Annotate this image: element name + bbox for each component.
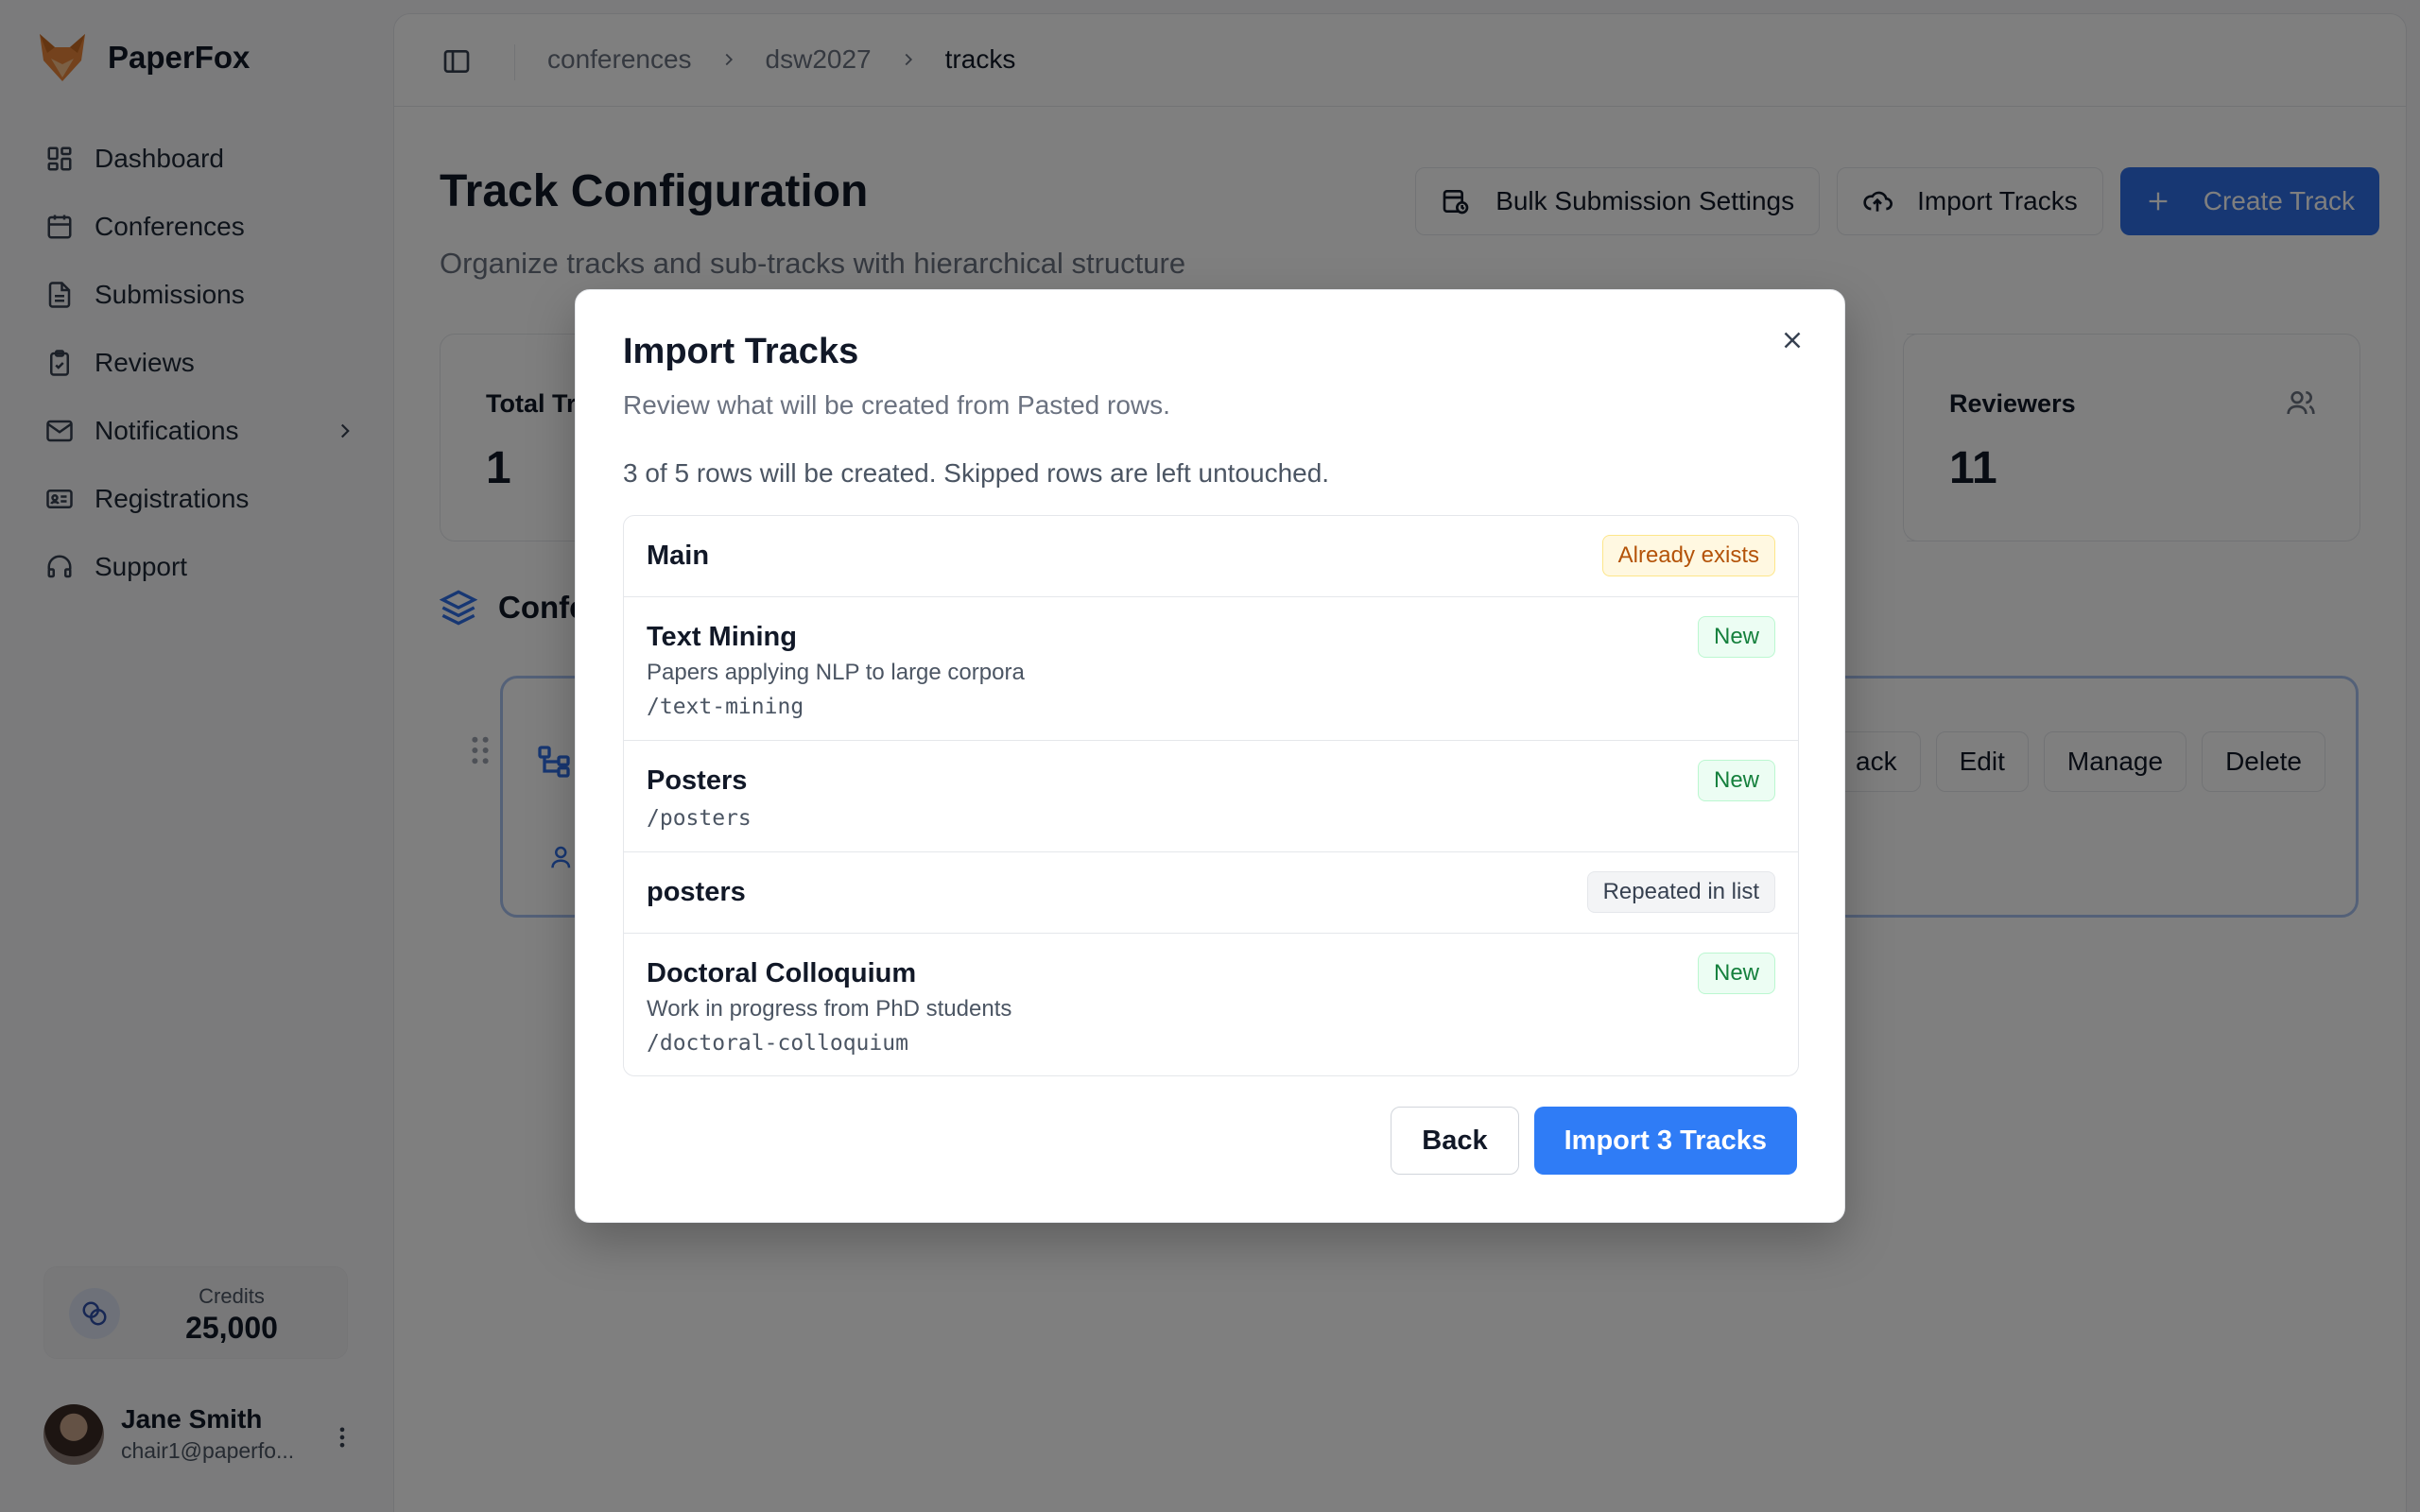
status-badge: New [1697, 953, 1775, 994]
row-name: Posters [647, 765, 748, 796]
row-description: Papers applying NLP to large corpora [647, 660, 1025, 685]
close-icon[interactable] [1778, 326, 1806, 354]
dialog-footer: Back Import 3 Tracks [1391, 1107, 1797, 1175]
status-badge: New [1697, 760, 1775, 801]
row-description: Work in progress from PhD students [647, 996, 1012, 1022]
import-summary: 3 of 5 rows will be created. Skipped row… [623, 458, 1330, 488]
row-name: Doctoral Colloquium [647, 958, 917, 988]
list-item: posters Repeated in list [624, 852, 1798, 934]
status-badge: New [1697, 616, 1775, 658]
list-item: Text Mining Papers applying NLP to large… [624, 597, 1798, 741]
list-item: Main Already exists [624, 516, 1798, 597]
dialog-title: Import Tracks [623, 332, 859, 371]
status-badge: Repeated in list [1586, 871, 1775, 913]
row-name: Text Mining [647, 622, 797, 652]
status-badge: Already exists [1601, 535, 1775, 576]
list-item: Doctoral Colloquium Work in progress fro… [624, 934, 1798, 1075]
import-button[interactable]: Import 3 Tracks [1533, 1107, 1797, 1175]
row-slug: /posters [647, 806, 752, 831]
row-slug: /doctoral-colloquium [647, 1031, 908, 1056]
dialog-subtitle: Review what will be created from Pasted … [623, 390, 1170, 420]
row-slug: /text-mining [647, 695, 804, 719]
import-preview-list: Main Already exists Text Mining Papers a… [623, 515, 1799, 1076]
list-item: Posters /posters New [624, 741, 1798, 852]
import-tracks-dialog: Import Tracks Review what will be create… [575, 289, 1845, 1223]
back-button[interactable]: Back [1391, 1107, 1519, 1175]
